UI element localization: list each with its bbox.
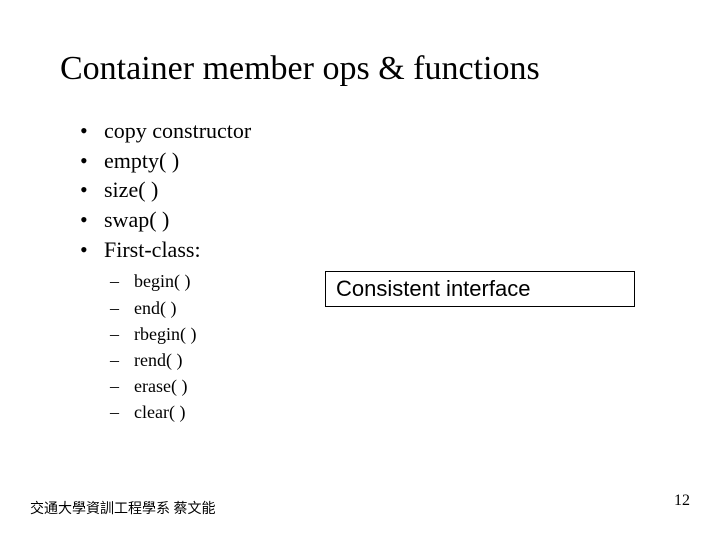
bullet-item: copy constructor xyxy=(80,116,660,146)
slide: Container member ops & functions copy co… xyxy=(0,0,720,540)
sub-item: clear( ) xyxy=(110,399,660,425)
sub-item: rbegin( ) xyxy=(110,321,660,347)
bullet-item: size( ) xyxy=(80,175,660,205)
page-number: 12 xyxy=(674,492,690,510)
bullet-item: empty( ) xyxy=(80,146,660,176)
bullet-item: swap( ) xyxy=(80,205,660,235)
bullet-item: First-class: xyxy=(80,235,660,265)
bullet-list: copy constructor empty( ) size( ) swap( … xyxy=(60,116,660,264)
footer-credit: 交通大學資訓工程學系 蔡文能 xyxy=(30,498,216,518)
callout-box: Consistent interface xyxy=(325,271,635,307)
page-title: Container member ops & functions xyxy=(60,50,660,88)
sub-item: rend( ) xyxy=(110,347,660,373)
sub-item: erase( ) xyxy=(110,373,660,399)
content-area: copy constructor empty( ) size( ) swap( … xyxy=(60,116,660,425)
